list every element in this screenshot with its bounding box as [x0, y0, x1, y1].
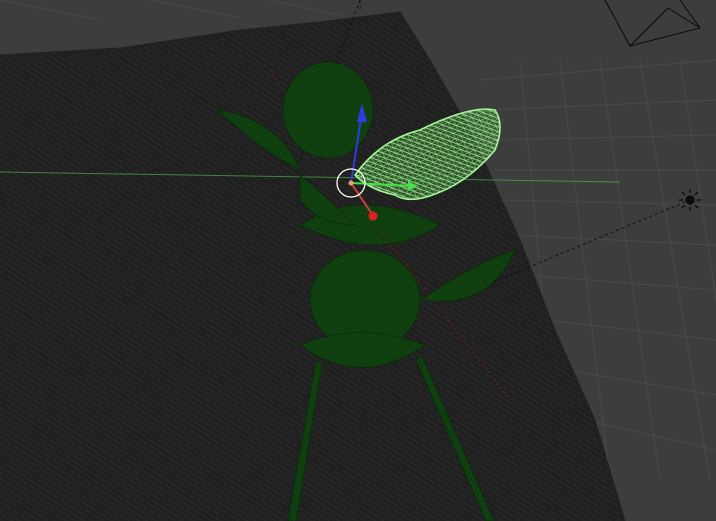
- 3d-viewport[interactable]: [0, 0, 716, 521]
- viewport-canvas[interactable]: [0, 0, 716, 521]
- camera-frustum-icon[interactable]: [604, 0, 701, 47]
- pivot-point-icon: [348, 180, 354, 186]
- sun-light-icon[interactable]: [679, 189, 701, 211]
- x-axis-arrow-icon[interactable]: [368, 211, 378, 221]
